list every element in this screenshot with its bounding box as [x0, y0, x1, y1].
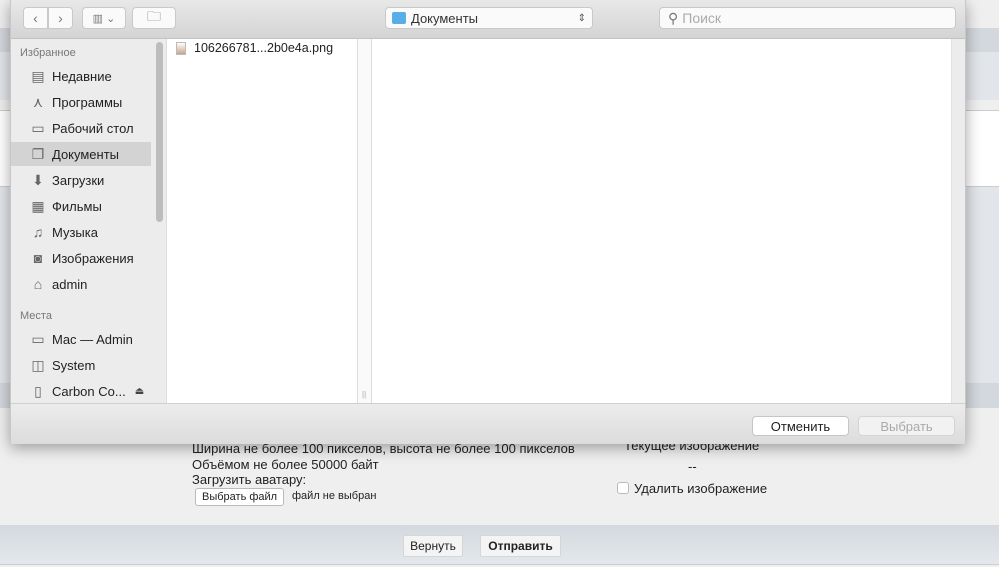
forward-button[interactable]: › [48, 7, 73, 29]
eject-icon[interactable]: ⏏ [135, 386, 144, 397]
column-resize-handle[interactable]: || [362, 390, 366, 399]
sidebar-item-label: Рабочий стол [52, 120, 134, 136]
folder-icon [392, 12, 406, 24]
file-open-dialog: ‹ › ▥ ⌄ 🗀 Документы ⇕ ⚲ Поиск Избранное … [10, 0, 966, 444]
applications-icon: ⋏ [32, 93, 44, 110]
sidebar-scrollbar[interactable] [156, 42, 163, 222]
favorites-header: Избранное [20, 47, 76, 59]
new-folder-button[interactable]: 🗀 [132, 7, 176, 29]
sidebar-item-movies[interactable]: ▦ Фильмы [11, 194, 151, 218]
sidebar-item-label: Carbon Co... [52, 383, 126, 399]
places-header: Места [20, 310, 52, 322]
no-file-label: файл не выбран [292, 490, 377, 502]
columns-view-icon: ▥ ⌄ [92, 12, 116, 25]
sidebar: Избранное ▤ Недавние ⋏ Программы ▭ Рабочий … [11, 39, 166, 403]
dialog-toolbar: ‹ › ▥ ⌄ 🗀 Документы ⇕ ⚲ Поиск [11, 0, 965, 39]
sidebar-item-label: Загрузки [52, 172, 105, 188]
sidebar-item-system[interactable]: ◫ System [11, 353, 151, 377]
delete-image-checkbox[interactable] [617, 482, 629, 494]
dialog-button-bar: Отменить Выбрать [11, 403, 965, 444]
choose-button[interactable]: Выбрать [858, 416, 955, 436]
file-column: 106266781...2b0e4a.png [166, 39, 358, 403]
sidebar-item-label: Документы [52, 146, 120, 162]
movies-icon: ▦ [31, 197, 45, 214]
sidebar-item-recents[interactable]: ▤ Недавние [11, 64, 151, 88]
recents-icon: ▤ [31, 67, 45, 84]
downloads-icon: ⬇ [32, 171, 44, 188]
weight-hint: Объёмом не более 50000 байт [192, 457, 379, 472]
sidebar-item-computer[interactable]: ▭ Mac — Admin [11, 327, 151, 351]
delete-image-label: Удалить изображение [634, 481, 768, 496]
sidebar-item-home[interactable]: ⌂ admin [11, 272, 151, 296]
sidebar-item-desktop[interactable]: ▭ Рабочий стол [11, 116, 151, 140]
column-resize-strip: || [358, 39, 372, 403]
current-image-value: -- [688, 459, 697, 474]
chevron-right-icon: › [58, 10, 63, 26]
location-label: Документы [411, 10, 479, 26]
sidebar-item-label: Mac — Admin [52, 331, 133, 347]
sidebar-item-label: Изображения [52, 250, 134, 266]
desktop-icon: ▭ [31, 119, 45, 136]
external-drive-icon: ▯ [34, 382, 42, 399]
file-name: 106266781...2b0e4a.png [194, 41, 334, 55]
up-down-chevron-icon: ⇕ [577, 12, 586, 24]
search-field[interactable]: ⚲ Поиск [659, 7, 956, 29]
sidebar-item-label: Программы [52, 94, 123, 110]
sidebar-item-pictures[interactable]: ◙ Изображения [11, 246, 151, 270]
choose-file-button[interactable]: Выбрать файл [195, 488, 285, 506]
reset-button[interactable]: Вернуть [403, 535, 463, 557]
back-button[interactable]: ‹ [23, 7, 48, 29]
submit-button[interactable]: Отправить [480, 535, 561, 557]
music-icon: ♫ [32, 224, 44, 240]
sidebar-item-applications[interactable]: ⋏ Программы [11, 90, 151, 114]
sidebar-item-label: System [52, 357, 96, 373]
search-placeholder: Поиск [682, 10, 722, 26]
documents-icon: ❐ [31, 145, 45, 162]
preview-pane [372, 39, 952, 403]
sidebar-item-label: Фильмы [52, 198, 102, 214]
pictures-icon: ◙ [33, 250, 43, 266]
search-icon: ⚲ [668, 9, 679, 26]
sidebar-item-label: Недавние [52, 68, 112, 84]
sidebar-item-documents[interactable]: ❐ Документы [11, 142, 151, 166]
image-file-icon [176, 41, 186, 55]
computer-icon: ▭ [31, 330, 45, 347]
file-item[interactable]: 106266781...2b0e4a.png [176, 41, 333, 55]
new-folder-icon: 🗀 [147, 8, 161, 24]
sidebar-item-label: Музыка [52, 224, 98, 240]
sidebar-item-downloads[interactable]: ⬇ Загрузки [11, 168, 151, 192]
location-popup[interactable]: Документы ⇕ [385, 7, 593, 29]
view-mode-button[interactable]: ▥ ⌄ [82, 7, 126, 29]
upload-label: Загрузить аватару: [192, 472, 307, 487]
chevron-left-icon: ‹ [33, 10, 38, 26]
sidebar-item-carbon[interactable]: ▯ Carbon Co... ⏏ [11, 379, 151, 403]
sidebar-item-label: admin [52, 276, 88, 292]
disk-icon: ◫ [31, 356, 45, 373]
sidebar-item-music[interactable]: ♫ Музыка [11, 220, 151, 244]
home-icon: ⌂ [33, 276, 43, 292]
cancel-button[interactable]: Отменить [752, 416, 849, 436]
